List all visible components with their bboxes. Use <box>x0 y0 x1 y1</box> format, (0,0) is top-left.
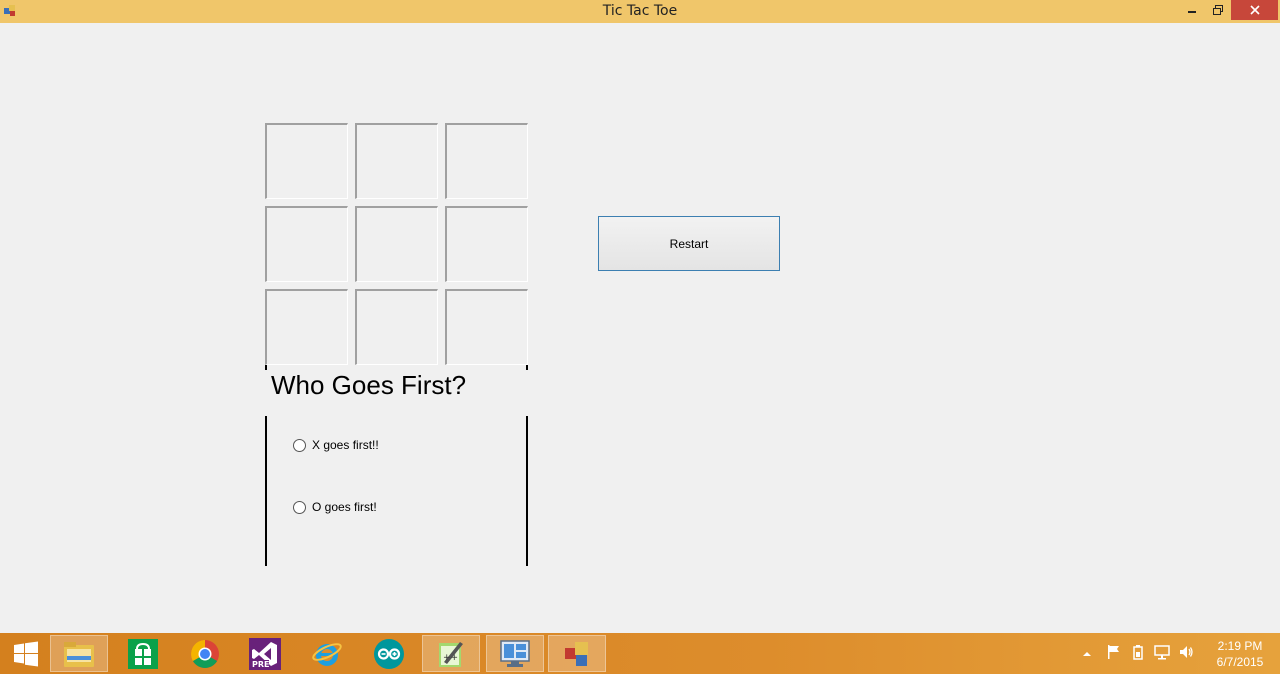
chrome-icon <box>191 639 219 668</box>
network-icon <box>1154 644 1170 659</box>
file-explorer-icon <box>64 641 94 667</box>
window-title: Tic Tac Toe <box>602 3 678 19</box>
start-button[interactable] <box>4 635 48 672</box>
window-client-area: Restart Who Goes First? X goes first!! O… <box>0 23 1280 633</box>
minimize-icon <box>1188 11 1196 13</box>
taskbar-store[interactable] <box>114 635 172 672</box>
flag-icon <box>1108 644 1119 659</box>
close-button[interactable] <box>1231 0 1278 20</box>
groupbox-border-right <box>526 416 528 566</box>
board-cell-4[interactable] <box>265 206 348 282</box>
board-cell-3[interactable] <box>445 123 528 199</box>
taskbar-file-explorer[interactable] <box>50 635 108 672</box>
groupbox-border-right-top <box>526 365 528 370</box>
system-tray <box>1082 633 1202 674</box>
volume-button[interactable] <box>1178 644 1202 664</box>
board-cell-1[interactable] <box>265 123 348 199</box>
tic-tac-toe-app-icon <box>565 641 588 666</box>
taskbar: PRE ++ 2:19 PM 6/7/2015 <box>0 633 1280 674</box>
board-cell-7[interactable] <box>265 289 348 365</box>
store-icon <box>128 638 158 669</box>
x-first-label[interactable]: X goes first!! <box>312 438 379 452</box>
close-icon <box>1249 5 1260 15</box>
groupbox-border-left-top <box>265 365 267 370</box>
power-button[interactable] <box>1130 644 1154 664</box>
show-hidden-icons-button[interactable] <box>1082 644 1098 663</box>
battery-plug-icon <box>1133 644 1143 660</box>
taskbar-remote-desktop[interactable] <box>486 635 544 672</box>
taskbar-internet-explorer[interactable] <box>298 635 356 672</box>
o-first-option[interactable]: O goes first! <box>293 500 377 514</box>
title-bar: Tic Tac Toe <box>0 0 1280 23</box>
arduino-icon <box>374 638 404 669</box>
remote-desktop-icon <box>500 639 530 667</box>
o-first-label[interactable]: O goes first! <box>312 500 377 514</box>
taskbar-notepad-plus-plus[interactable]: ++ <box>422 635 480 672</box>
svg-text:++: ++ <box>443 653 458 663</box>
action-center-button[interactable] <box>1106 644 1130 664</box>
x-first-option[interactable]: X goes first!! <box>293 438 379 452</box>
board-cell-5[interactable] <box>355 206 438 282</box>
windows-start-icon <box>14 641 38 666</box>
minimize-button[interactable] <box>1179 0 1205 20</box>
restore-icon <box>1213 5 1223 15</box>
taskbar-visual-studio[interactable]: PRE <box>236 635 294 672</box>
notepad-plus-plus-icon: ++ <box>439 641 463 667</box>
clock-time: 2:19 PM <box>1217 639 1263 653</box>
taskbar-chrome[interactable] <box>176 635 234 672</box>
x-first-radio[interactable] <box>293 438 306 452</box>
board-cell-9[interactable] <box>445 289 528 365</box>
visual-studio-icon: PRE <box>249 637 281 670</box>
internet-explorer-icon <box>312 642 342 666</box>
svg-text:PRE: PRE <box>252 660 270 669</box>
taskbar-clock[interactable]: 2:19 PM 6/7/2015 <box>1210 638 1270 670</box>
board-cell-6[interactable] <box>445 206 528 282</box>
who-goes-first-heading: Who Goes First? <box>271 370 467 400</box>
restart-button[interactable]: Restart <box>598 216 780 271</box>
taskbar-tic-tac-toe-app[interactable] <box>548 635 606 672</box>
maximize-button[interactable] <box>1205 0 1231 20</box>
chevron-up-icon <box>1083 652 1091 656</box>
groupbox-border-left <box>265 416 267 566</box>
clock-date: 6/7/2015 <box>1216 655 1264 669</box>
speaker-icon <box>1180 645 1193 658</box>
taskbar-arduino[interactable] <box>360 635 418 672</box>
board-cell-2[interactable] <box>355 123 438 199</box>
o-first-radio[interactable] <box>293 500 306 514</box>
network-button[interactable] <box>1154 644 1178 664</box>
board-cell-8[interactable] <box>355 289 438 365</box>
